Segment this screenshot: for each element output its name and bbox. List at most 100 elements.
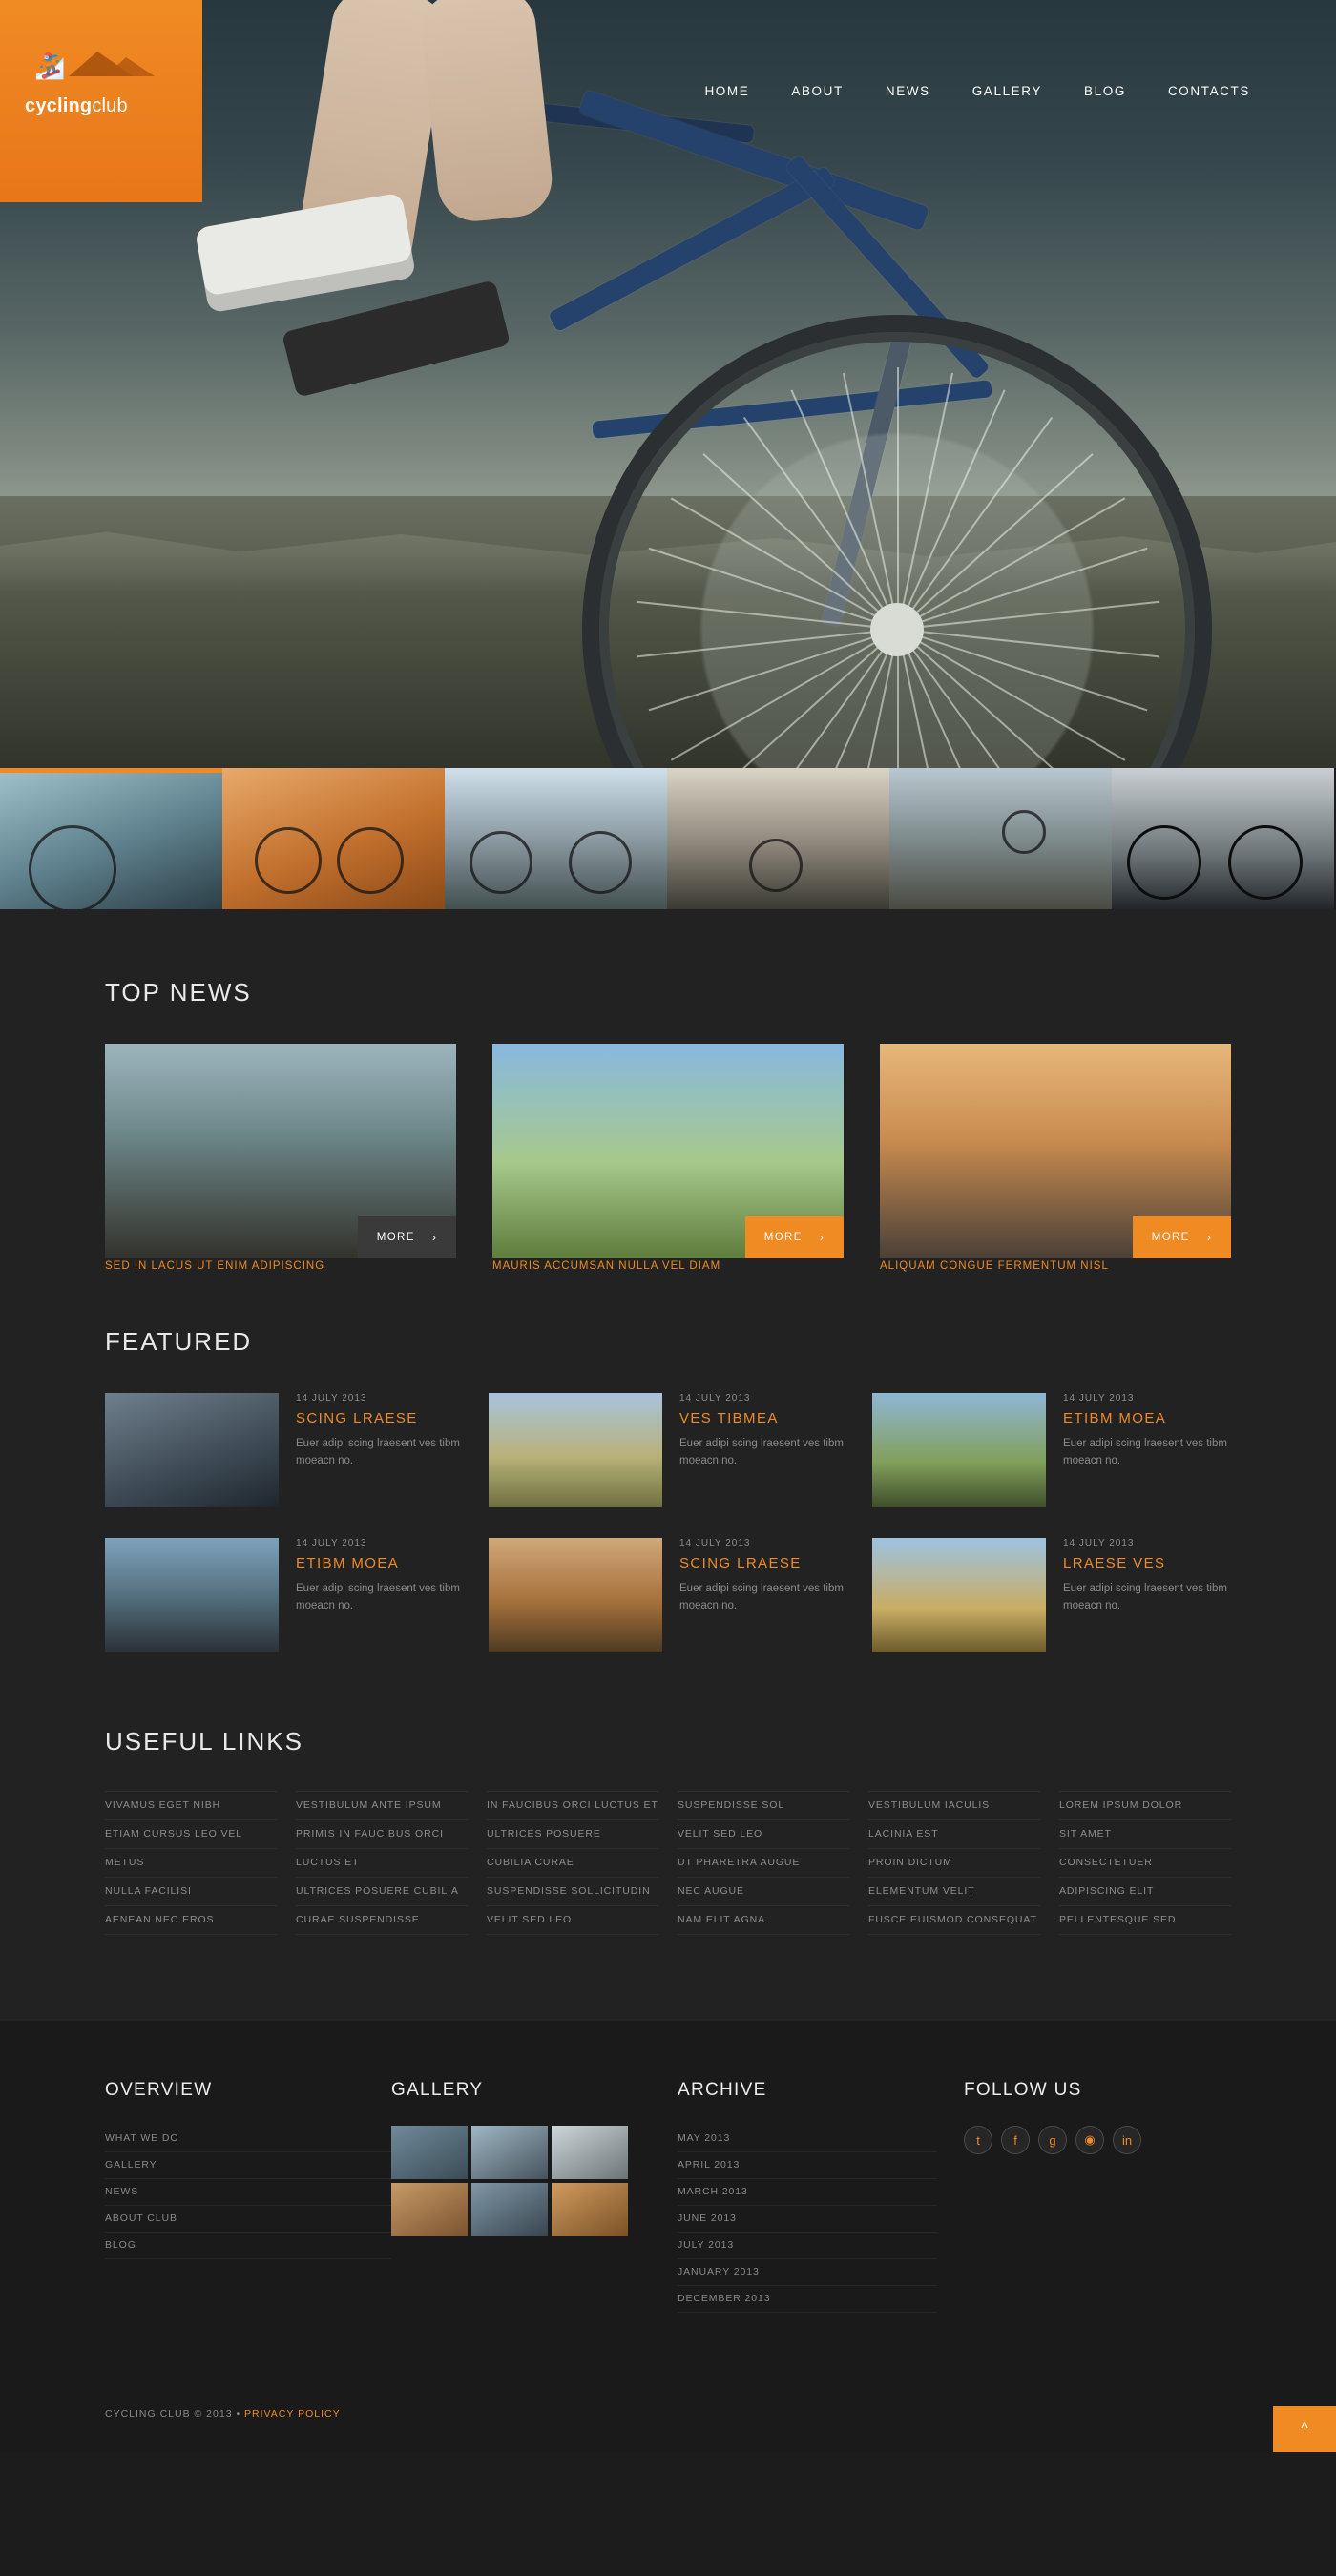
- useful-link[interactable]: UT PHARETRA AUGUE: [678, 1849, 849, 1878]
- useful-link[interactable]: CUBILIA CURAE: [487, 1849, 658, 1878]
- useful-links-column-6: LOREM IPSUM DOLOR SIT AMET CONSECTETUER …: [1059, 1791, 1231, 1935]
- useful-link[interactable]: NAM ELIT AGNA: [678, 1906, 849, 1935]
- featured-item-2[interactable]: 14 JULY 2013 VES TIBMEA Euer adipi scing…: [489, 1393, 847, 1507]
- slider-thumb-3[interactable]: [445, 768, 667, 909]
- rss-icon[interactable]: ◉: [1075, 2126, 1104, 2154]
- useful-link[interactable]: ETIAM CURSUS LEO VEL: [105, 1820, 277, 1849]
- useful-link[interactable]: ADIPISCING ELIT: [1059, 1878, 1231, 1906]
- slider-thumb-1[interactable]: [0, 768, 222, 909]
- footer-overview-link[interactable]: GALLERY: [105, 2152, 391, 2179]
- google-plus-icon[interactable]: g: [1038, 2126, 1067, 2154]
- useful-link[interactable]: IN FAUCIBUS ORCI LUCTUS ET: [487, 1791, 658, 1820]
- news-card-1[interactable]: SED IN LACUS UT ENIM ADIPISCING MORE ›: [105, 1044, 456, 1272]
- slider-thumb-2[interactable]: [222, 768, 445, 909]
- useful-link[interactable]: VELIT SED LEO: [678, 1820, 849, 1849]
- footer-gallery-thumb-3[interactable]: [552, 2126, 628, 2179]
- footer-gallery-thumb-2[interactable]: [471, 2126, 548, 2179]
- useful-link[interactable]: PROIN DICTUM: [868, 1849, 1040, 1878]
- nav-item-home[interactable]: HOME: [704, 84, 749, 98]
- news-card-3[interactable]: ALIQUAM CONGUE FERMENTUM NISL MORE ›: [880, 1044, 1231, 1272]
- footer-archive-link[interactable]: DECEMBER 2013: [678, 2286, 937, 2313]
- useful-link[interactable]: NULLA FACILISI: [105, 1878, 277, 1906]
- footer-gallery-thumb-6[interactable]: [552, 2183, 628, 2236]
- footer-follow-title: FOLLOW US: [964, 2080, 1082, 2100]
- useful-link[interactable]: PRIMIS IN FAUCIBUS ORCI: [296, 1820, 468, 1849]
- useful-link[interactable]: ULTRICES POSUERE: [487, 1820, 658, 1849]
- featured-body-6: 14 JULY 2013 LRAESE VES Euer adipi scing…: [1063, 1538, 1231, 1652]
- useful-link[interactable]: SUSPENDISSE SOL: [678, 1791, 849, 1820]
- footer-overview-link[interactable]: BLOG: [105, 2233, 391, 2259]
- twitter-icon[interactable]: t: [964, 2126, 992, 2154]
- news-card-2[interactable]: MAURIS ACCUMSAN NULLA VEL DIAM MORE ›: [492, 1044, 844, 1272]
- useful-link[interactable]: METUS: [105, 1849, 277, 1878]
- nav-item-blog[interactable]: BLOG: [1084, 84, 1126, 98]
- useful-link[interactable]: LUCTUS ET: [296, 1849, 468, 1878]
- footer-overview-link[interactable]: NEWS: [105, 2179, 391, 2206]
- facebook-icon[interactable]: f: [1001, 2126, 1030, 2154]
- useful-link[interactable]: AENEAN NEC EROS: [105, 1906, 277, 1935]
- useful-link[interactable]: PELLENTESQUE SED: [1059, 1906, 1231, 1935]
- main-navigation[interactable]: HOME ABOUT NEWS GALLERY BLOG CONTACTS: [704, 84, 1250, 98]
- useful-link[interactable]: VESTIBULUM ANTE IPSUM: [296, 1791, 468, 1820]
- useful-link[interactable]: FUSCE EUISMOD CONSEQUAT: [868, 1906, 1040, 1935]
- slider-thumb-5[interactable]: [889, 768, 1112, 909]
- top-news-grid: SED IN LACUS UT ENIM ADIPISCING MORE › M…: [105, 1044, 1231, 1272]
- footer-overview-link[interactable]: ABOUT CLUB: [105, 2206, 391, 2233]
- footer-archive-link[interactable]: JUNE 2013: [678, 2206, 937, 2233]
- privacy-policy-link[interactable]: PRIVACY POLICY: [244, 2408, 341, 2420]
- featured-heading-2[interactable]: VES TIBMEA: [679, 1410, 847, 1426]
- featured-item-5[interactable]: 14 JULY 2013 SCING LRAESE Euer adipi sci…: [489, 1538, 847, 1652]
- footer-archive-link[interactable]: MARCH 2013: [678, 2179, 937, 2206]
- useful-link[interactable]: CONSECTETUER: [1059, 1849, 1231, 1878]
- featured-heading-1[interactable]: SCING LRAESE: [296, 1410, 464, 1426]
- featured-date-1: 14 JULY 2013: [296, 1393, 367, 1403]
- footer-overview-link[interactable]: WHAT WE DO: [105, 2126, 391, 2152]
- footer-archive-link[interactable]: MAY 2013: [678, 2126, 937, 2152]
- useful-link[interactable]: CURAE SUSPENDISSE: [296, 1906, 468, 1935]
- news-more-button-3[interactable]: MORE ›: [1133, 1216, 1231, 1258]
- nav-item-contacts[interactable]: CONTACTS: [1168, 84, 1250, 98]
- linkedin-icon[interactable]: in: [1113, 2126, 1141, 2154]
- thumb-wheel: [1228, 825, 1303, 900]
- useful-links-grid: VIVAMUS EGET NIBH ETIAM CURSUS LEO VEL M…: [105, 1791, 1231, 1935]
- slider-thumbnail-strip[interactable]: [0, 768, 1336, 909]
- news-more-button-2[interactable]: MORE ›: [745, 1216, 844, 1258]
- footer-gallery-thumb-4[interactable]: [391, 2183, 468, 2236]
- featured-heading-3[interactable]: ETIBM MOEA: [1063, 1410, 1231, 1426]
- logo-block[interactable]: 🏂 cyclingclub: [0, 0, 202, 202]
- footer-archive-list: MAY 2013 APRIL 2013 MARCH 2013 JUNE 2013…: [678, 2126, 937, 2313]
- footer-archive-link[interactable]: JULY 2013: [678, 2233, 937, 2259]
- bike-rear-wheel: [582, 315, 1212, 768]
- useful-link[interactable]: LOREM IPSUM DOLOR: [1059, 1791, 1231, 1820]
- featured-heading-4[interactable]: ETIBM MOEA: [296, 1555, 464, 1571]
- featured-item-1[interactable]: 14 JULY 2013 SCING LRAESE Euer adipi sci…: [105, 1393, 464, 1507]
- useful-link[interactable]: NEC AUGUE: [678, 1878, 849, 1906]
- useful-link[interactable]: ULTRICES POSUERE CUBILIA: [296, 1878, 468, 1906]
- nav-item-gallery[interactable]: GALLERY: [972, 84, 1042, 98]
- footer-archive-link[interactable]: APRIL 2013: [678, 2152, 937, 2179]
- useful-link[interactable]: VELIT SED LEO: [487, 1906, 658, 1935]
- featured-heading-6[interactable]: LRAESE VES: [1063, 1555, 1231, 1571]
- slider-thumb-4[interactable]: [667, 768, 889, 909]
- footer-gallery-thumb-1[interactable]: [391, 2126, 468, 2179]
- footer-gallery-thumb-5[interactable]: [471, 2183, 548, 2236]
- useful-link[interactable]: LACINIA EST: [868, 1820, 1040, 1849]
- useful-link[interactable]: SUSPENDISSE SOLLICITUDIN: [487, 1878, 658, 1906]
- nav-item-about[interactable]: ABOUT: [791, 84, 844, 98]
- slider-thumb-6[interactable]: [1112, 768, 1334, 909]
- back-to-top-button[interactable]: ^: [1273, 2406, 1336, 2452]
- useful-link[interactable]: VESTIBULUM IACULIS: [868, 1791, 1040, 1820]
- logo-mark: 🏂: [25, 50, 168, 92]
- footer-archive-link[interactable]: JANUARY 2013: [678, 2259, 937, 2286]
- featured-item-4[interactable]: 14 JULY 2013 ETIBM MOEA Euer adipi scing…: [105, 1538, 464, 1652]
- nav-item-news[interactable]: NEWS: [886, 84, 930, 98]
- useful-link[interactable]: VIVAMUS EGET NIBH: [105, 1791, 277, 1820]
- featured-item-3[interactable]: 14 JULY 2013 ETIBM MOEA Euer adipi scing…: [872, 1393, 1231, 1507]
- featured-heading-5[interactable]: SCING LRAESE: [679, 1555, 847, 1571]
- useful-link[interactable]: ELEMENTUM VELIT: [868, 1878, 1040, 1906]
- footer-overview-list: WHAT WE DO GALLERY NEWS ABOUT CLUB BLOG: [105, 2126, 391, 2259]
- wheel-spokes: [599, 332, 1195, 768]
- featured-item-6[interactable]: 14 JULY 2013 LRAESE VES Euer adipi scing…: [872, 1538, 1231, 1652]
- news-more-button-1[interactable]: MORE ›: [358, 1216, 456, 1258]
- useful-link[interactable]: SIT AMET: [1059, 1820, 1231, 1849]
